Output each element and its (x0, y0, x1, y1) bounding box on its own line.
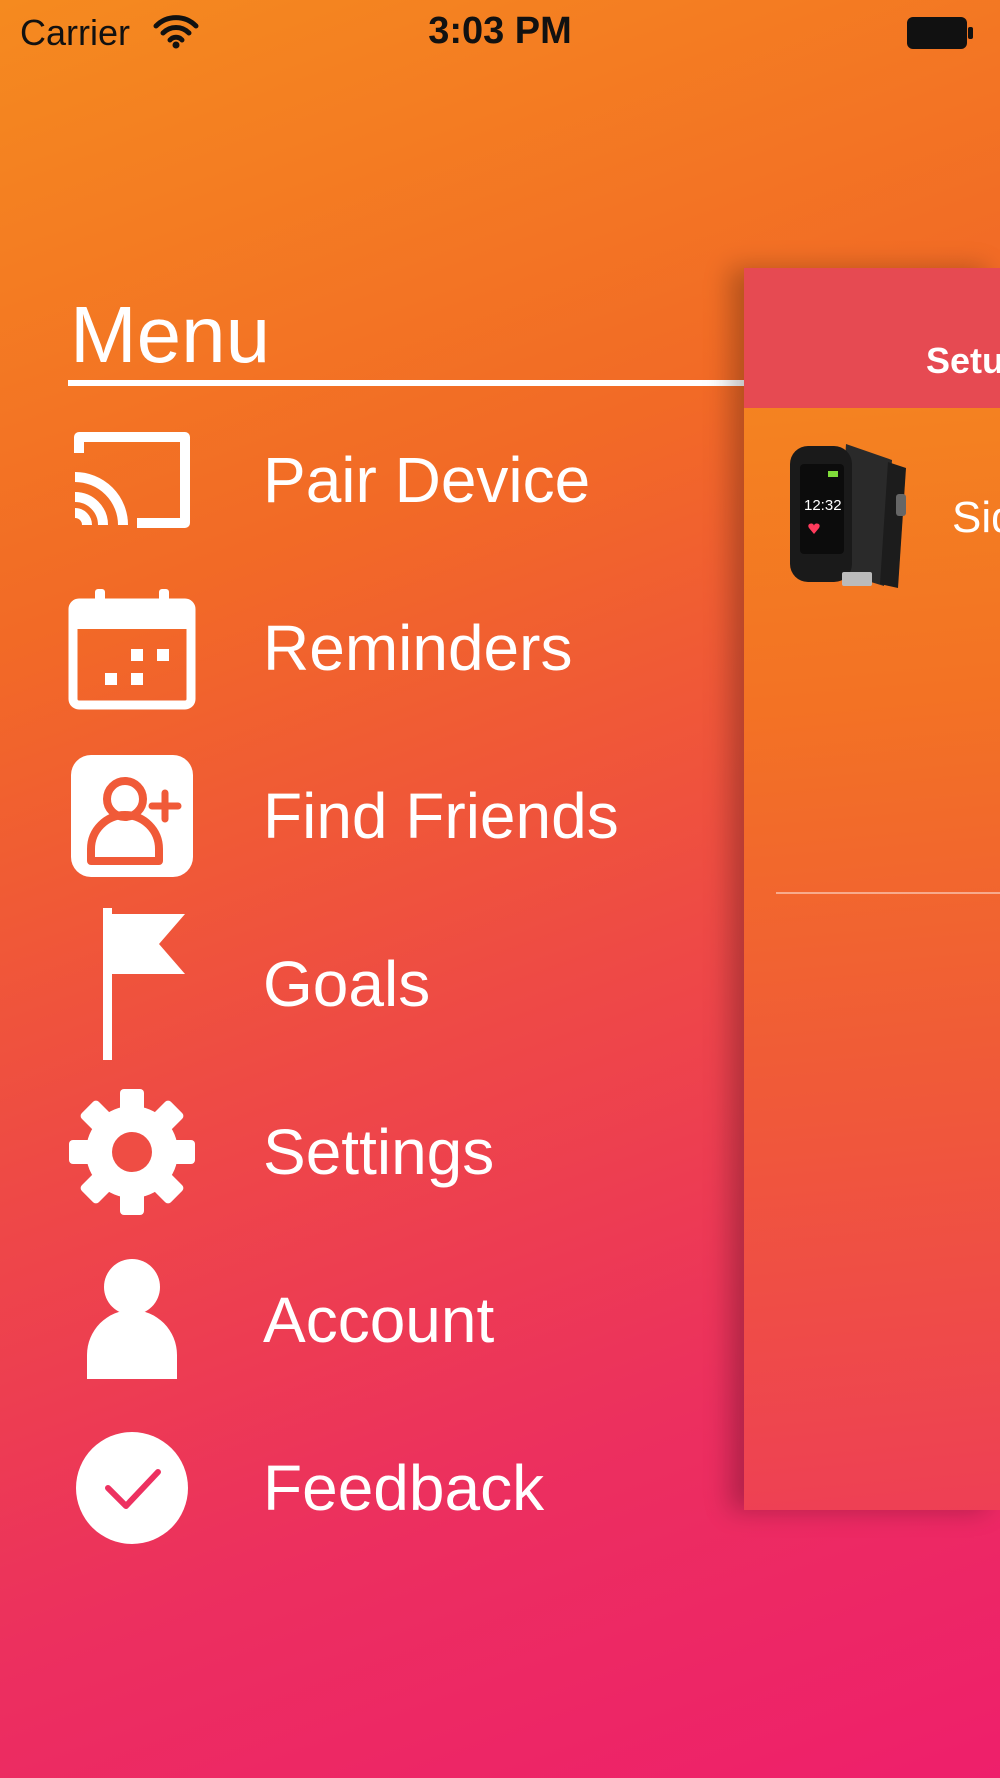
panel-header: Setu (744, 268, 1000, 408)
row-divider (776, 892, 1000, 894)
menu-item-settings[interactable]: Settings (0, 1082, 740, 1222)
fitness-band-image: 12:32 (790, 444, 906, 588)
device-row[interactable]: 12:32 Sid (744, 408, 1000, 618)
menu-item-find-friends[interactable]: Find Friends (0, 746, 740, 886)
menu-item-label: Pair Device (263, 444, 591, 516)
menu-item-reminders[interactable]: Reminders (0, 578, 740, 718)
flag-icon (62, 908, 202, 1060)
check-circle-icon (62, 1418, 202, 1558)
battery-icon (907, 17, 973, 49)
menu-title: Menu (70, 290, 271, 379)
menu-item-pair-device[interactable]: Pair Device (0, 410, 740, 550)
cast-icon (62, 410, 202, 550)
menu-item-label: Reminders (263, 612, 573, 684)
status-bar: Carrier 3:03 PM (0, 0, 1000, 70)
menu-item-label: Goals (263, 948, 431, 1020)
person-icon (62, 1250, 202, 1390)
menu-item-label: Settings (263, 1116, 495, 1188)
main-content-panel[interactable]: Setu 12:32 Sid (744, 268, 1000, 1510)
menu-item-label: Feedback (263, 1452, 545, 1524)
menu-divider (68, 380, 748, 386)
status-time: 3:03 PM (428, 10, 572, 52)
menu-item-feedback[interactable]: Feedback (0, 1418, 740, 1558)
menu-item-label: Find Friends (263, 780, 619, 852)
gear-icon (62, 1082, 202, 1222)
menu-item-label: Account (263, 1284, 495, 1356)
add-friend-icon (62, 746, 202, 886)
device-name: Sid (952, 493, 1000, 542)
calendar-icon (62, 578, 202, 718)
menu-item-goals[interactable]: Goals (0, 908, 740, 1060)
watch-time: 12:32 (804, 497, 842, 514)
panel-title: Setu (926, 340, 1000, 381)
menu-item-account[interactable]: Account (0, 1250, 740, 1390)
